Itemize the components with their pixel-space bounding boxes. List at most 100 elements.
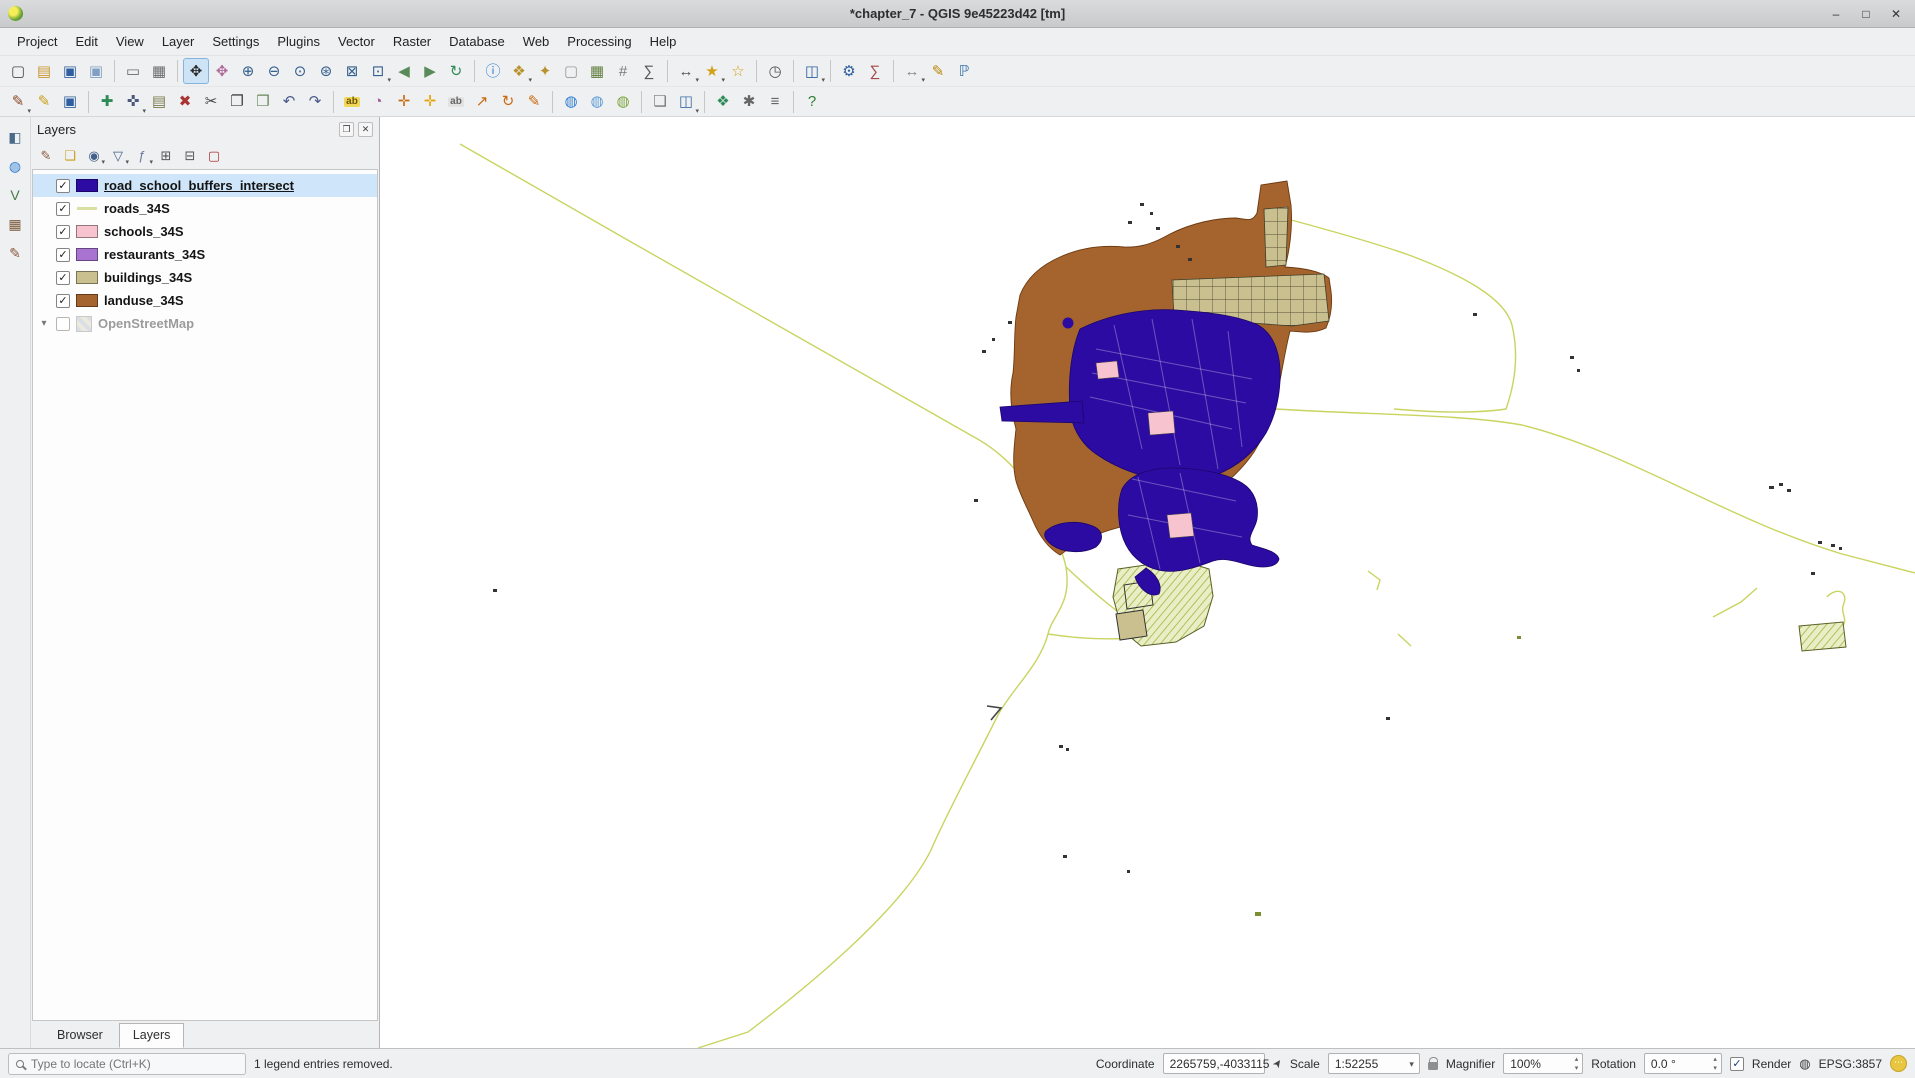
filter-legend-icon[interactable]: ▽ (107, 144, 129, 166)
tab-layers[interactable]: Layers (119, 1023, 185, 1048)
zoom-to-selection-icon[interactable]: ⊠ (339, 58, 365, 84)
help-contents-icon[interactable]: ? (799, 89, 825, 115)
plugin-manager-icon[interactable]: ❖ (710, 89, 736, 115)
save-project-icon[interactable]: ▣ (57, 58, 83, 84)
layer-visibility-checkbox[interactable] (56, 248, 70, 262)
refresh-map-icon[interactable]: ↻ (443, 58, 469, 84)
add-vector-layer-icon[interactable]: V (3, 183, 27, 207)
layer-visibility-checkbox[interactable] (56, 225, 70, 239)
add-polygon-feature-icon[interactable]: ✚ (94, 89, 120, 115)
filter-by-expression-icon[interactable]: ƒ (131, 144, 153, 166)
extent-toggle-icon[interactable] (1269, 1056, 1285, 1071)
show-layout-manager-icon[interactable]: ▦ (146, 58, 172, 84)
menu-plugins[interactable]: Plugins (268, 30, 329, 53)
maximize-icon[interactable] (1851, 3, 1881, 25)
crs-badge[interactable]: EPSG:3857 (1819, 1057, 1882, 1071)
manage-map-themes-icon[interactable]: ◉ (83, 144, 105, 166)
remove-layer-icon[interactable]: ▢ (203, 144, 225, 166)
layer-labeling-icon[interactable]: ab (339, 89, 365, 115)
layer-item-roads-34s[interactable]: roads_34S (33, 197, 377, 220)
measure-area-icon[interactable]: ↔ (899, 58, 925, 84)
statistics-panel-icon[interactable]: ∑ (862, 58, 888, 84)
toggle-editing-icon[interactable]: ✎ (31, 89, 57, 115)
layer-visibility-checkbox[interactable] (56, 202, 70, 216)
expand-arrow-icon[interactable] (38, 318, 50, 329)
snapping-options-icon[interactable]: ≡ (762, 89, 788, 115)
layer-visibility-checkbox[interactable] (56, 179, 70, 193)
open-attribute-table-icon[interactable]: ▦ (584, 58, 610, 84)
zoom-out-icon[interactable]: ⊖ (261, 58, 287, 84)
rotate-label-icon[interactable]: ↻ (495, 89, 521, 115)
new-3d-map-view-icon[interactable]: ◫ (673, 89, 699, 115)
lock-scale-icon[interactable] (1428, 1062, 1438, 1070)
highlight-pinned-labels-icon[interactable]: ✛ (417, 89, 443, 115)
select-by-expression-icon[interactable]: ✦ (532, 58, 558, 84)
show-hide-labels-icon[interactable]: ab (443, 89, 469, 115)
change-label-icon[interactable]: ✎ (521, 89, 547, 115)
expand-all-icon[interactable]: ⊞ (155, 144, 177, 166)
copy-features-icon[interactable]: ❐ (224, 89, 250, 115)
menu-raster[interactable]: Raster (384, 30, 440, 53)
show-spatial-bookmarks-icon[interactable]: ★ (699, 58, 725, 84)
new-project-icon[interactable]: ▢ (5, 58, 31, 84)
undo-icon[interactable]: ↶ (276, 89, 302, 115)
scale-combo[interactable]: 1:52255 (1328, 1053, 1420, 1074)
menu-settings[interactable]: Settings (203, 30, 268, 53)
layer-visibility-checkbox[interactable] (56, 317, 70, 331)
menu-project[interactable]: Project (8, 30, 66, 53)
menu-processing[interactable]: Processing (558, 30, 640, 53)
data-source-manager-icon[interactable]: ◧ (3, 125, 27, 149)
zoom-full-icon[interactable]: ⊛ (313, 58, 339, 84)
measure-icon[interactable]: ↔ (673, 58, 699, 84)
processing-toolbox-icon[interactable]: ⚙ (836, 58, 862, 84)
add-group-icon[interactable]: ❏ (59, 144, 81, 166)
close-icon[interactable] (1881, 3, 1911, 25)
layer-visibility-checkbox[interactable] (56, 271, 70, 285)
select-features-icon[interactable]: ❖ (506, 58, 532, 84)
save-project-as-icon[interactable]: ▣ (83, 58, 109, 84)
render-checkbox[interactable] (1730, 1057, 1744, 1071)
undock-panel-icon[interactable] (339, 122, 354, 137)
identify-features-icon[interactable]: ⓘ (480, 58, 506, 84)
move-label-icon[interactable]: ↗ (469, 89, 495, 115)
magnifier-field[interactable]: 100% (1503, 1053, 1583, 1074)
tab-browser[interactable]: Browser (43, 1023, 117, 1048)
zoom-in-icon[interactable]: ⊕ (235, 58, 261, 84)
rotation-field[interactable]: 0.0 ° (1644, 1053, 1722, 1074)
layer-diagrams-icon[interactable]: ◔ (365, 89, 391, 115)
zoom-native-icon[interactable]: ⊙ (287, 58, 313, 84)
menu-view[interactable]: View (107, 30, 153, 53)
layer-item-schools-34s[interactable]: schools_34S (33, 220, 377, 243)
menu-web[interactable]: Web (514, 30, 559, 53)
redo-icon[interactable]: ↷ (302, 89, 328, 115)
annotations-icon[interactable]: ✎ (925, 58, 951, 84)
zoom-next-icon[interactable]: ▶ (417, 58, 443, 84)
metasearch-catalog-icon[interactable]: ◍ (584, 89, 610, 115)
pan-map-icon[interactable]: ✥ (183, 58, 209, 84)
delete-selected-icon[interactable]: ✖ (172, 89, 198, 115)
new-map-view-icon[interactable]: ◫ (799, 58, 825, 84)
messages-icon[interactable] (1890, 1055, 1907, 1072)
layer-styling-dock-icon[interactable]: ✎ (3, 241, 27, 265)
collapse-all-icon[interactable]: ⊟ (179, 144, 201, 166)
pan-to-selection-icon[interactable]: ✥ (209, 58, 235, 84)
paste-features-icon[interactable]: ❒ (250, 89, 276, 115)
zoom-last-icon[interactable]: ◀ (391, 58, 417, 84)
zoom-to-layer-icon[interactable]: ⊡ (365, 58, 391, 84)
new-print-layout-icon[interactable]: ▭ (120, 58, 146, 84)
new-spatial-bookmark-icon[interactable]: ☆ (725, 58, 751, 84)
layer-item-road-school-buffers-intersect[interactable]: road_school_buffers_intersect (33, 174, 377, 197)
field-calculator-icon[interactable]: # (610, 58, 636, 84)
temporal-controller-icon[interactable]: ◷ (762, 58, 788, 84)
multiedit-attributes-icon[interactable]: ▤ (146, 89, 172, 115)
map-canvas[interactable] (380, 117, 1915, 1048)
menu-database[interactable]: Database (440, 30, 514, 53)
vertex-tool-icon[interactable]: ✜ (120, 89, 146, 115)
layer-item-restaurants-34s[interactable]: restaurants_34S (33, 243, 377, 266)
minimize-icon[interactable] (1821, 3, 1851, 25)
coordinate-field[interactable]: 2265759,-4033115 (1163, 1053, 1265, 1074)
layer-visibility-checkbox[interactable] (56, 294, 70, 308)
layer-item-openstreetmap[interactable]: OpenStreetMap (33, 312, 377, 335)
save-layer-edits-icon[interactable]: ▣ (57, 89, 83, 115)
deselect-all-icon[interactable]: ▢ (558, 58, 584, 84)
